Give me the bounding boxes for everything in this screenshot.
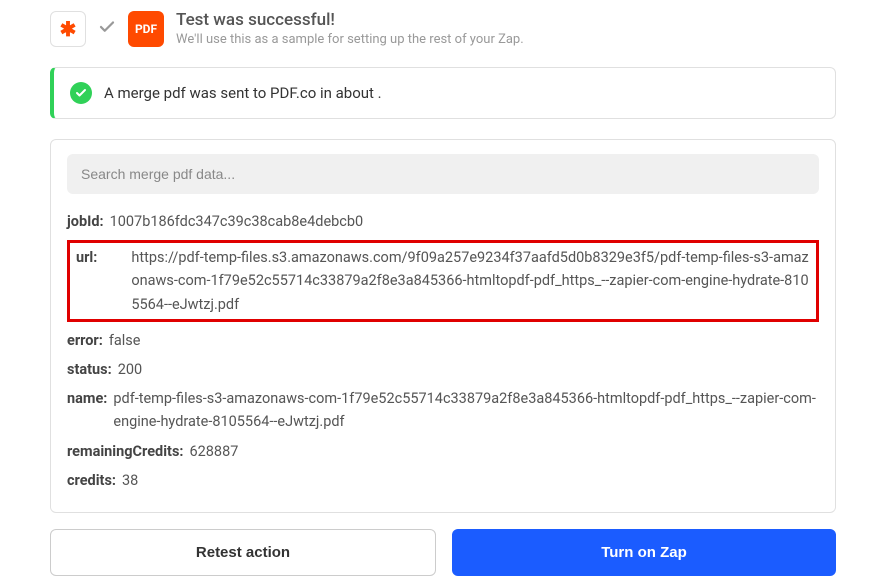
- check-icon: [98, 18, 116, 40]
- val-status: 200: [118, 358, 142, 381]
- key-name: name:: [67, 387, 107, 433]
- row-jobid: jobId: 1007b186fdc347c39c38cab8e4debcb0: [67, 210, 819, 233]
- test-header: ✱ PDF Test was successful! We'll use thi…: [50, 10, 836, 47]
- row-name: name: pdf-temp-files-s3-amazonaws-com-1f…: [67, 387, 819, 433]
- val-credits: 38: [122, 469, 138, 492]
- key-jobid: jobId:: [67, 210, 104, 233]
- retest-button[interactable]: Retest action: [50, 529, 436, 576]
- result-data: jobId: 1007b186fdc347c39c38cab8e4debcb0 …: [67, 210, 819, 492]
- key-status: status:: [67, 358, 112, 381]
- key-remaining-credits: remainingCredits:: [67, 440, 183, 463]
- turn-on-zap-button[interactable]: Turn on Zap: [452, 529, 836, 576]
- key-credits: credits:: [67, 469, 116, 492]
- action-buttons: Retest action Turn on Zap: [50, 529, 836, 576]
- val-jobid: 1007b186fdc347c39c38cab8e4debcb0: [110, 210, 364, 233]
- test-subtitle: We'll use this as a sample for setting u…: [176, 32, 524, 47]
- status-message: A merge pdf was sent to PDF.co in about …: [104, 84, 382, 102]
- val-name: pdf-temp-files-s3-amazonaws-com-1f79e52c…: [113, 387, 819, 433]
- row-error: error: false: [67, 329, 819, 352]
- val-remaining-credits: 628887: [189, 440, 238, 463]
- success-check-icon: [70, 82, 92, 104]
- test-title: Test was successful!: [176, 10, 524, 30]
- row-url: url: https://pdf-temp-files.s3.amazonaws…: [67, 240, 819, 322]
- row-credits: credits: 38: [67, 469, 819, 492]
- status-bar: A merge pdf was sent to PDF.co in about …: [50, 67, 836, 119]
- key-error: error:: [67, 329, 103, 352]
- val-url: https://pdf-temp-files.s3.amazonaws.com/…: [103, 246, 810, 316]
- search-input[interactable]: [67, 154, 819, 194]
- row-status: status: 200: [67, 358, 819, 381]
- data-panel: jobId: 1007b186fdc347c39c38cab8e4debcb0 …: [50, 139, 836, 513]
- val-error: false: [109, 329, 141, 352]
- key-url: url:: [76, 246, 97, 316]
- row-remaining-credits: remainingCredits: 628887: [67, 440, 819, 463]
- zapier-icon: ✱: [50, 11, 86, 47]
- pdf-icon: PDF: [128, 11, 164, 47]
